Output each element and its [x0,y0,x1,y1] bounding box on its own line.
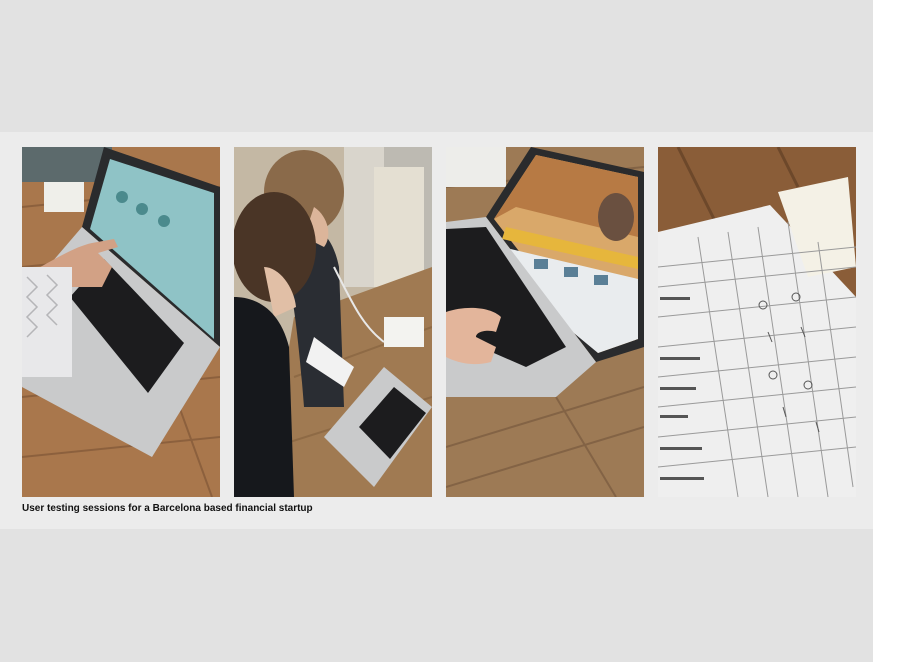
bottom-band [0,529,873,662]
photo-test-results-sheet-art [658,147,856,497]
photo-two-testers-at-table [234,147,432,497]
photo-laptop-web-page-art [446,147,644,497]
top-band [0,0,873,132]
photo-laptop-web-page [446,147,644,497]
photo-caption: User testing sessions for a Barcelona ba… [22,503,313,514]
photo-test-results-sheet [658,147,856,497]
photo-pointing-at-laptop [22,147,220,497]
photo-pointing-at-laptop-art [22,147,220,497]
page: User testing sessions for a Barcelona ba… [0,0,900,662]
photo-two-testers-at-table-art [234,147,432,497]
